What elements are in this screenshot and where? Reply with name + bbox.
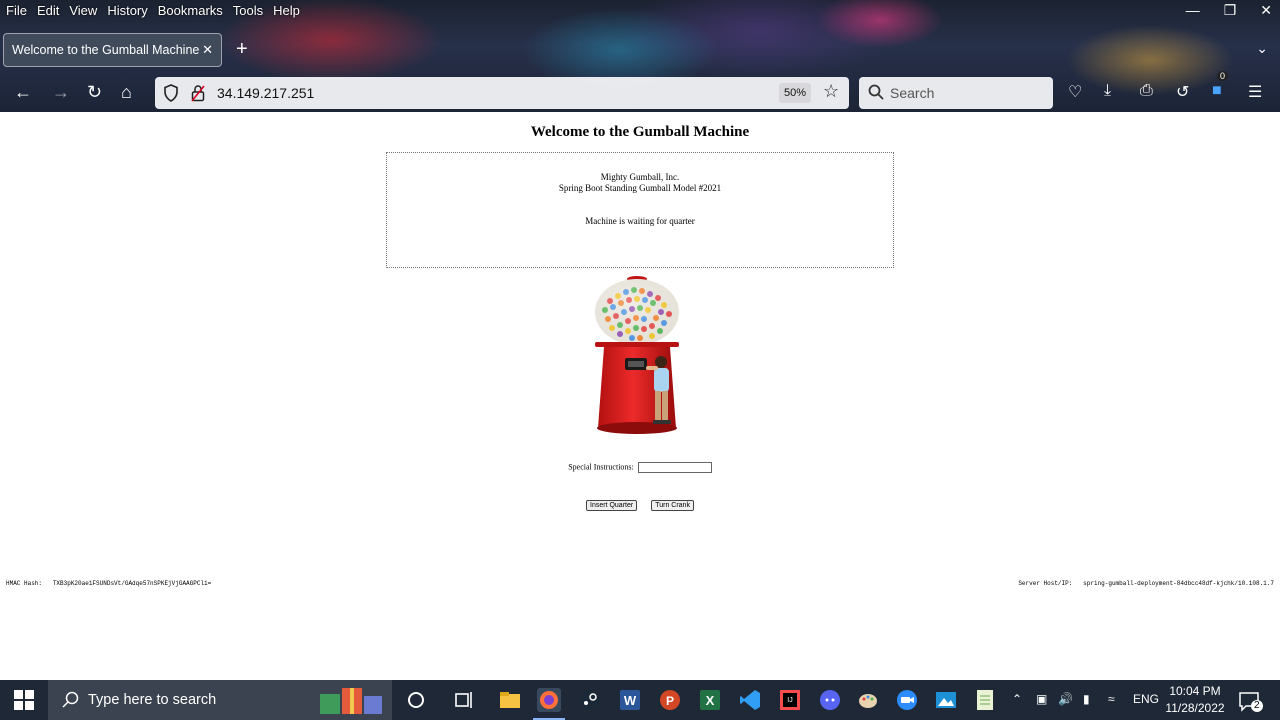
special-instructions-row: Special Instructions:: [0, 462, 1280, 473]
machine-model: Spring Boot Standing Gumball Model #2021: [558, 183, 722, 193]
search-icon: [62, 691, 79, 708]
extension-badge: 0: [1217, 71, 1229, 81]
server-host-info: Server Host/IP: spring-gumball-deploymen…: [1018, 580, 1274, 587]
minimize-icon[interactable]: —: [1186, 2, 1200, 19]
machine-state: Machine is waiting for quarter: [585, 216, 695, 226]
home-icon[interactable]: ⌂: [121, 82, 132, 103]
search-bar[interactable]: Search: [859, 77, 1053, 109]
meet-now-icon[interactable]: ▣: [1036, 692, 1047, 706]
steam-icon[interactable]: [578, 688, 602, 712]
tab-active[interactable]: Welcome to the Gumball Machine ✕: [3, 33, 222, 67]
print-icon[interactable]: ⎙: [1140, 82, 1153, 100]
excel-icon[interactable]: X: [698, 688, 722, 712]
discord-icon[interactable]: [818, 688, 842, 712]
menu-file[interactable]: File: [0, 3, 32, 18]
cortana-icon[interactable]: [404, 688, 428, 712]
insert-quarter-button[interactable]: Insert Quarter: [586, 500, 638, 511]
menu-edit[interactable]: Edit: [32, 3, 64, 18]
show-hidden-icons-chevron-icon[interactable]: ⌃: [1012, 692, 1022, 706]
forward-icon[interactable]: →: [52, 82, 70, 103]
company-name: Mighty Gumball, Inc.: [600, 172, 680, 182]
task-view-icon[interactable]: [452, 688, 476, 712]
word-icon[interactable]: W: [618, 688, 642, 712]
firefox-icon[interactable]: [533, 688, 565, 720]
taskbar-search[interactable]: Type here to search: [48, 680, 392, 720]
volume-icon[interactable]: 🔊: [1058, 692, 1073, 706]
close-window-icon[interactable]: ✕: [1260, 2, 1272, 19]
web-page: Welcome to the Gumball Machine Mighty Gu…: [0, 113, 1280, 680]
restore-icon[interactable]: ❐: [1224, 2, 1237, 19]
browser-chrome: File Edit View History Bookmarks Tools H…: [0, 0, 1280, 112]
turn-crank-button[interactable]: Turn Crank: [651, 500, 694, 511]
menu-bar: File Edit View History Bookmarks Tools H…: [0, 0, 305, 20]
svg-text:IJ: IJ: [787, 697, 792, 704]
windows-start-icon[interactable]: [14, 690, 34, 710]
page-title: Welcome to the Gumball Machine: [530, 124, 750, 140]
menu-tools[interactable]: Tools: [228, 3, 268, 18]
hamburger-menu-icon[interactable]: ☰: [1248, 82, 1262, 102]
back-icon[interactable]: ←: [14, 82, 32, 103]
navigation-toolbar: ← → ↻ ⌂ 34.149.217.251 50% ☆ Search ♡ ⤓ …: [0, 71, 1280, 112]
vscode-icon[interactable]: [738, 688, 762, 712]
menu-view[interactable]: View: [64, 3, 102, 18]
gift-boxes-icon[interactable]: [318, 684, 386, 716]
file-explorer-icon[interactable]: [498, 688, 522, 712]
menu-bookmarks[interactable]: Bookmarks: [153, 3, 228, 18]
new-tab-icon[interactable]: +: [236, 38, 248, 61]
chevron-down-icon[interactable]: ⌄: [1256, 40, 1268, 57]
clock-time: 10:04 PM: [1169, 684, 1221, 698]
reload-icon[interactable]: ↻: [87, 82, 102, 103]
server-value: spring-gumball-deployment-84dbcc48df-kjc…: [1083, 580, 1274, 587]
tab-title: Welcome to the Gumball Machine: [12, 43, 200, 57]
wifi-icon[interactable]: ≈: [1108, 692, 1115, 706]
url-text[interactable]: 34.149.217.251: [217, 85, 314, 101]
special-instructions-label: Special Instructions:: [568, 462, 634, 472]
paint-icon[interactable]: [856, 688, 880, 712]
machine-status-panel: Mighty Gumball, Inc. Spring Boot Standin…: [386, 152, 894, 268]
svg-text:X: X: [706, 693, 715, 708]
menu-help[interactable]: Help: [268, 3, 305, 18]
zoom-indicator[interactable]: 50%: [779, 83, 811, 103]
hmac-value: TXB3pK20ae1FSUNDsVt/GAdqe57nSPKEjVjGAAGP…: [52, 580, 212, 587]
downloads-icon[interactable]: ⤓: [1104, 82, 1111, 100]
action-buttons: Insert Quarter Turn Crank: [0, 494, 1280, 512]
menu-history[interactable]: History: [102, 3, 152, 18]
system-clock[interactable]: 10:04 PM 11/28/2022: [1160, 683, 1230, 717]
notification-count-badge: 2: [1251, 700, 1263, 712]
close-tab-icon[interactable]: ✕: [202, 42, 213, 58]
svg-text:P: P: [666, 694, 674, 708]
intellij-icon[interactable]: IJ: [778, 688, 802, 712]
svg-text:W: W: [624, 693, 637, 708]
clock-date: 11/28/2022: [1165, 701, 1225, 715]
search-icon: [868, 84, 884, 100]
input-language[interactable]: ENG: [1133, 692, 1159, 706]
notepad-icon[interactable]: [973, 688, 997, 712]
gumball-machine-image: [595, 276, 679, 434]
taskbar-search-placeholder: Type here to search: [88, 692, 217, 708]
hmac-hash-info: HMAC Hash: TXB3pK20ae1FSUNDsVt/GAdqe57nS…: [6, 580, 211, 587]
hmac-label: HMAC Hash:: [6, 580, 43, 587]
extension-icon[interactable]: ■: [1212, 82, 1222, 100]
history-icon[interactable]: ↺: [1176, 82, 1189, 102]
insecure-lock-icon[interactable]: [191, 84, 205, 102]
shield-icon[interactable]: [163, 84, 179, 102]
bookmark-star-icon[interactable]: ☆: [823, 81, 839, 102]
search-placeholder: Search: [890, 85, 935, 101]
photos-icon[interactable]: [934, 688, 958, 712]
powerpoint-icon[interactable]: P: [658, 688, 682, 712]
special-instructions-input[interactable]: [637, 462, 712, 473]
pocket-icon[interactable]: ♡: [1068, 82, 1082, 102]
address-bar[interactable]: 34.149.217.251 50% ☆: [155, 77, 849, 109]
window-controls: — ❐ ✕: [1186, 2, 1272, 19]
server-label: Server Host/IP:: [1018, 580, 1073, 587]
battery-icon[interactable]: ▮: [1083, 692, 1090, 706]
zoom-icon[interactable]: [895, 688, 919, 712]
windows-taskbar: Type here to search W P X IJ ⌃ ▣ 🔊 ▮ ≈ E…: [0, 680, 1280, 720]
